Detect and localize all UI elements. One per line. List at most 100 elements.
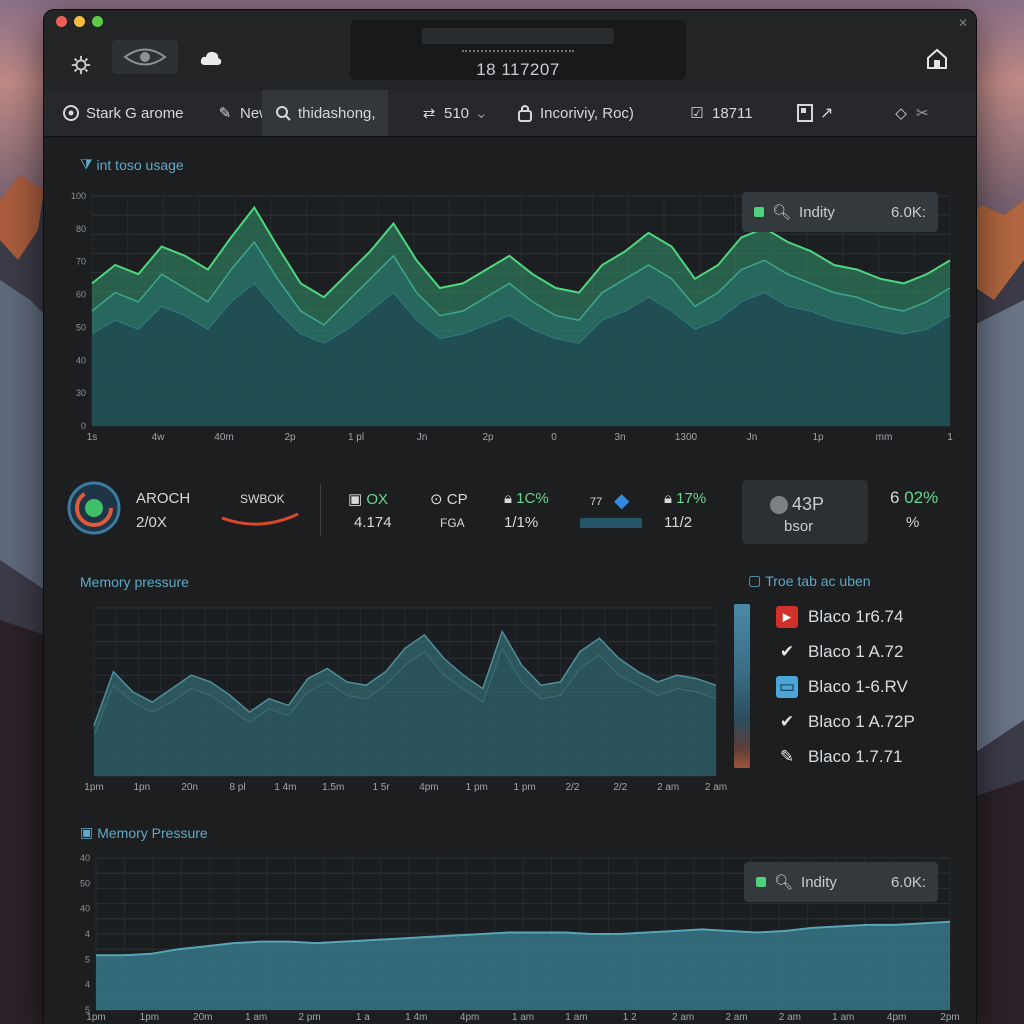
pressure-section-title: ▣ Memory Pressure <box>80 824 208 841</box>
chevron-down-icon: ⌄ <box>475 105 488 122</box>
stat-cpu-temp-value: 02% <box>904 488 939 507</box>
check-icon: ✔ <box>779 642 795 661</box>
cpu-legend[interactable]: 🔍︎ Indity 6.0K: <box>742 192 938 232</box>
x-tick-label: 2 am <box>657 782 679 793</box>
y-tick-label: 40 <box>80 853 90 863</box>
x-tick-label: 1 4m <box>274 782 296 793</box>
diamond-icon: ◇ <box>895 105 907 122</box>
settings-button[interactable] <box>66 50 96 80</box>
toolbar-item-doc[interactable]: ↗ <box>796 90 833 136</box>
toolbar-item-18711[interactable]: ☑ 18711 <box>688 90 752 136</box>
stats-divider <box>320 484 321 536</box>
list-item[interactable]: ✔ Blaco 1 A.72P <box>776 711 915 733</box>
cloud-button[interactable] <box>194 44 228 72</box>
stat-battery-value: 17% <box>676 490 707 507</box>
x-tick-label: 1pm <box>84 782 103 793</box>
list-item[interactable]: ✎ Blaco 1.7.71 <box>776 746 903 768</box>
pressure-section-title-label: Memory Pressure <box>97 824 208 841</box>
pressure-legend-label: Indity <box>801 873 837 891</box>
x-tick-label: 1s <box>87 432 98 443</box>
toolbar-item-label: Stark G arome <box>86 104 184 122</box>
memory-side-title: ▢ Troe tab ac uben <box>748 572 871 589</box>
x-tick-label: 1 <box>947 432 953 443</box>
legend-search-icon: 🔍︎ <box>772 204 792 221</box>
stat-disk: ⊙ CP <box>430 490 468 508</box>
memory-side-title-label: Troe tab ac uben <box>765 572 871 589</box>
toolbar-item-510[interactable]: ⇄ 510 ⌄ <box>420 90 488 136</box>
stat-video-value: OX <box>366 491 389 508</box>
x-tick-label: 1pm <box>86 1012 105 1023</box>
x-tick-label: 1pm <box>140 1012 159 1023</box>
home-button[interactable] <box>922 44 952 74</box>
x-tick-label: 2 am <box>779 1012 801 1023</box>
x-tick-label: 1 4m <box>405 1012 427 1023</box>
x-tick-label: 1 pm <box>513 782 535 793</box>
doc-icon <box>796 104 814 122</box>
toolbar-item-diamond[interactable]: ◇ ✂ <box>892 90 929 136</box>
x-tick-label: 20m <box>193 1012 212 1023</box>
pressure-gradient-scale <box>734 604 750 768</box>
status-divider <box>462 50 574 55</box>
pressure-legend-value: 6.0K: <box>890 873 926 891</box>
filter-icon: ⧩ <box>80 156 93 172</box>
toolbar-item-label: 510 <box>444 104 470 122</box>
stat-disk-sub: FGA <box>440 516 465 530</box>
x-tick-label: 1.5m <box>322 782 344 793</box>
toolbar-item-stark[interactable]: Stark G arome <box>62 90 184 136</box>
toolbar-item-incognito[interactable]: Incoriviy, Roc) <box>516 90 634 136</box>
y-tick-label: 5 <box>85 954 90 964</box>
x-tick-label: 1 am <box>245 1012 267 1023</box>
y-tick-label: 30 <box>76 388 86 398</box>
x-tick-label: 2p <box>482 432 494 443</box>
sensor-box[interactable]: 43P bsor <box>742 480 868 544</box>
stat-lock-value: 1C% <box>516 490 549 507</box>
list-item[interactable]: ▸ Blaco 1r6.74 <box>776 606 903 628</box>
stat-cpu-temp: 6 02% <box>890 488 939 507</box>
clock-icon <box>62 104 80 122</box>
view-button[interactable] <box>112 40 178 74</box>
x-tick-label: 2 am <box>705 782 727 793</box>
x-tick-label: 2/2 <box>613 782 627 793</box>
list-item[interactable]: ✔ Blaco 1 A.72 <box>776 641 904 663</box>
sensor-readout: 43P <box>770 494 824 515</box>
list-item[interactable]: ▭ Blaco 1-6.RV <box>776 676 908 698</box>
status-bar-track <box>422 28 614 44</box>
cpu-legend-value: 6.0K: <box>890 203 926 221</box>
x-tick-label: 1 a <box>356 1012 370 1023</box>
x-tick-label: 1 pl <box>348 432 364 443</box>
y-tick-label: 80 <box>76 224 86 234</box>
status-panel: 18 117207 <box>350 20 686 80</box>
stat-battery-sub: 11/2 <box>664 514 693 531</box>
y-tick-label: 60 <box>76 290 86 300</box>
stat-video: ▣ OX <box>348 490 388 508</box>
x-tick-label: 1pn <box>134 782 151 793</box>
lock-icon: 🔒︎ <box>664 490 672 507</box>
list-item-label: Blaco 1r6.74 <box>808 607 904 626</box>
window-icon: ▭ <box>776 676 798 698</box>
x-tick-label: 1 2 <box>623 1012 637 1023</box>
sensor-icon <box>770 495 788 514</box>
sensor-value: 43P <box>792 494 825 514</box>
x-tick-label: 20n <box>181 782 198 793</box>
minimize-window-button[interactable] <box>74 16 85 27</box>
network-bar <box>580 518 642 528</box>
close-window-button[interactable] <box>56 16 67 27</box>
x-tick-label: 4pm <box>887 1012 906 1023</box>
close-icon[interactable]: ✕ <box>958 16 968 30</box>
memory-pressure-chart: 1pm 1pn 20n 8 pl 1 4m 1.5m 1 5r 4pm 1 pm 1 pm 2/2 2… <box>84 607 727 793</box>
stat-battery: 🔒︎ 17% <box>664 490 706 507</box>
x-tick-label: Jn <box>747 432 758 443</box>
toolbar-item-dashboard[interactable]: thidashong, <box>262 90 388 136</box>
tools-icon: ✂ <box>916 105 929 122</box>
side-title-icon: ▢ <box>748 572 762 588</box>
list-item-label: Blaco 1.7.71 <box>808 747 903 766</box>
toolbar-item-label: Incoriviy, Roc) <box>540 104 634 122</box>
maximize-window-button[interactable] <box>92 16 103 27</box>
pressure-legend[interactable]: 🔍︎ Indity 6.0K: <box>744 862 938 902</box>
y-tick-label: 70 <box>76 257 86 267</box>
x-tick-label: 40m <box>214 432 233 443</box>
home-icon <box>927 48 947 69</box>
swap-label: SWBOK <box>240 492 285 506</box>
list-item-label: Blaco 1-6.RV <box>808 677 908 696</box>
edit-icon: ✎ <box>218 105 232 122</box>
